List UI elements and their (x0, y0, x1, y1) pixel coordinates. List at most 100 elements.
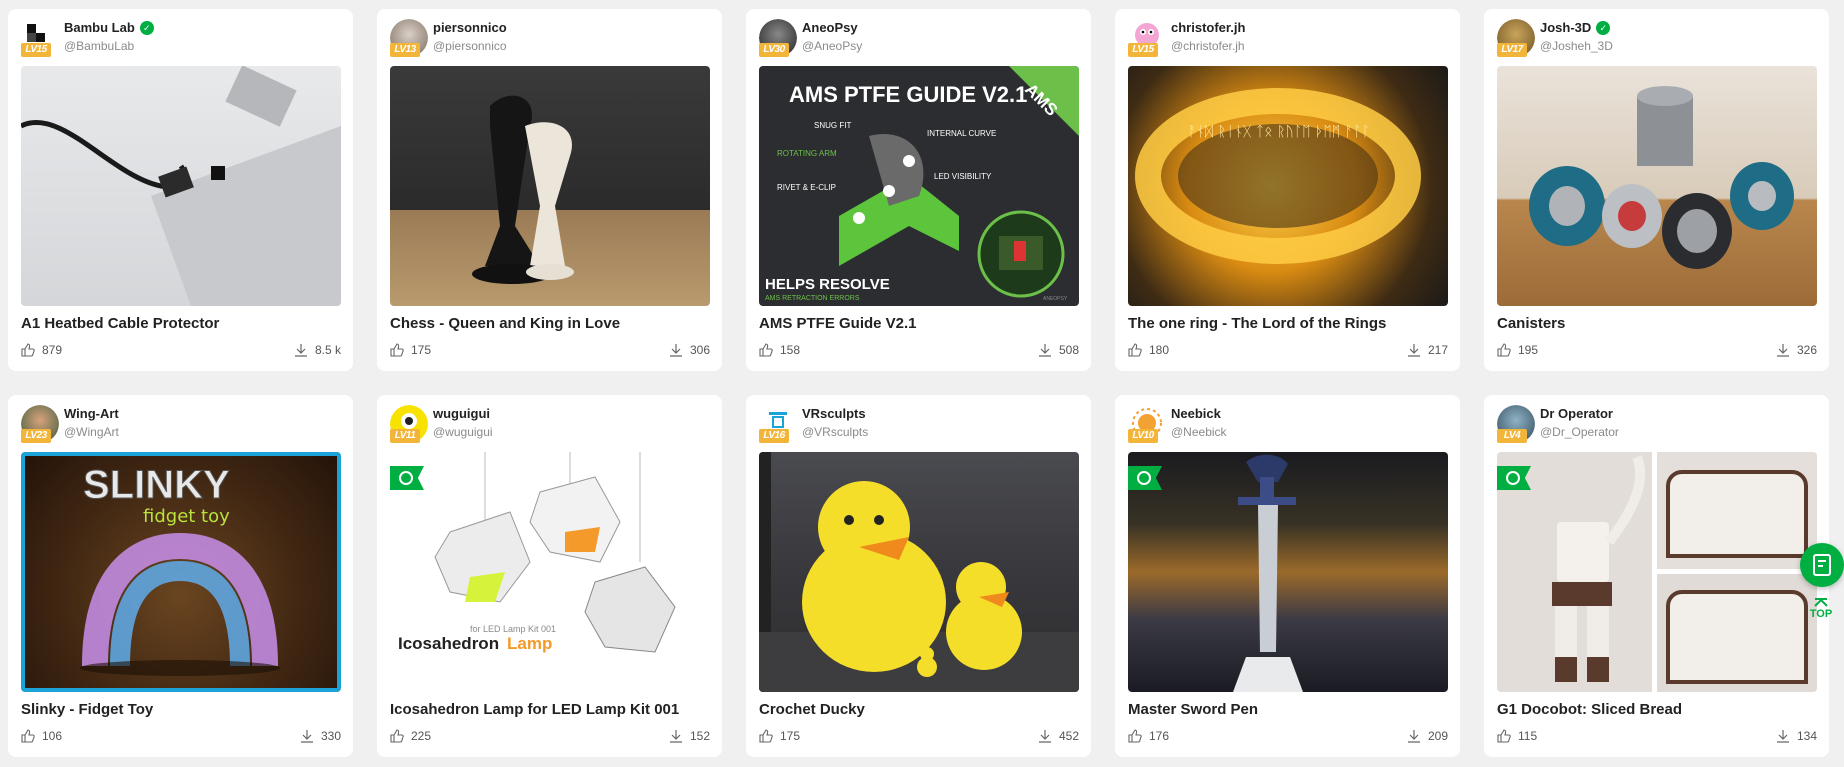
model-title[interactable]: G1 Docobot: Sliced Bread (1497, 701, 1682, 718)
model-thumbnail[interactable]: ᚨᚾᛞ ᚱᛁᚾᚷ ᛏᛟ ᚱᚢᛚᛖ ᚦᛖᛗ ᚨᛚᛚ (1128, 66, 1448, 306)
author-handle: @piersonnico (433, 39, 507, 53)
model-title[interactable]: Canisters (1497, 315, 1565, 332)
ams-label-1: SNUG FIT (814, 121, 851, 130)
card-author[interactable]: LV4 Dr Operator @Dr_Operator (1497, 404, 1817, 448)
download-count: 8.5 k (314, 343, 341, 357)
card-author[interactable]: LV13 piersonnico @piersonnico (390, 18, 710, 62)
thumbs-up-icon (21, 343, 35, 357)
like-button[interactable]: 106 (21, 729, 62, 743)
card-author[interactable]: LV16 VRsculpts @VRsculpts (759, 404, 1079, 448)
author-handle: @VRsculpts (802, 425, 869, 439)
lamp-caption-b: Lamp (507, 634, 552, 653)
model-thumbnail[interactable]: for LED Lamp Kit 001 Icosahedron Lamp (390, 452, 710, 692)
model-thumbnail[interactable] (759, 452, 1079, 692)
download-stat: 326 (1776, 343, 1817, 357)
model-card[interactable]: LV13 piersonnico @piersonnico Chess - Qu… (377, 9, 722, 371)
download-count: 209 (1427, 729, 1448, 743)
author-handle: @AneoPsy (802, 39, 863, 53)
like-button[interactable]: 115 (1497, 729, 1537, 743)
download-icon (1776, 730, 1789, 743)
model-title[interactable]: Master Sword Pen (1128, 701, 1258, 718)
verified-icon: ✓ (139, 20, 154, 35)
author-name[interactable]: Neebick (1171, 406, 1221, 421)
model-card[interactable]: LV17 Josh-3D ✓ @Josheh_3D Canisters 195 3… (1484, 9, 1829, 371)
model-thumbnail[interactable] (1128, 452, 1448, 692)
download-icon (300, 730, 313, 743)
model-card[interactable]: LV4 Dr Operator @Dr_Operator G1 Docobot:… (1484, 395, 1829, 757)
model-thumbnail[interactable]: AMS AMS PTFE GUIDE V2.1 SNUG FIT INTERNA… (759, 66, 1079, 306)
like-count: 176 (1149, 729, 1170, 743)
ring-inscription: ᚨᚾᛞ ᚱᛁᚾᚷ ᛏᛟ ᚱᚢᛚᛖ ᚦᛖᛗ ᚨᛚᛚ (1188, 124, 1370, 140)
model-thumbnail[interactable] (21, 66, 341, 306)
author-handle: @Neebick (1171, 425, 1227, 439)
download-stat: 152 (669, 729, 710, 743)
model-thumbnail[interactable] (1497, 66, 1817, 306)
author-handle: @BambuLab (64, 39, 135, 53)
thumbs-up-icon (21, 729, 35, 743)
model-title[interactable]: AMS PTFE Guide V2.1 (759, 315, 917, 332)
level-badge: LV30 (759, 43, 789, 57)
model-title[interactable]: Crochet Ducky (759, 701, 865, 718)
author-handle: @Dr_Operator (1540, 425, 1619, 439)
like-button[interactable]: 195 (1497, 343, 1538, 357)
model-card[interactable]: LV10 Neebick @Neebick Master Sword Pen 1… (1115, 395, 1460, 757)
model-title[interactable]: Icosahedron Lamp for LED Lamp Kit 001 (390, 701, 679, 718)
like-button[interactable]: 225 (390, 729, 431, 743)
card-author[interactable]: LV17 Josh-3D ✓ @Josheh_3D (1497, 18, 1817, 62)
model-title[interactable]: Chess - Queen and King in Love (390, 315, 620, 332)
author-name[interactable]: VRsculpts (802, 406, 866, 421)
ams-label-4: LED VISIBILITY (934, 172, 992, 181)
download-count: 330 (320, 729, 341, 743)
thumbs-up-icon (1128, 729, 1142, 743)
author-name[interactable]: Dr Operator (1540, 406, 1613, 421)
card-author[interactable]: LV23 Wing-Art @WingArt (21, 404, 341, 448)
level-badge: LV11 (390, 429, 420, 443)
author-name[interactable]: piersonnico (433, 20, 507, 35)
card-author[interactable]: LV11 wuguigui @wuguigui (390, 404, 710, 448)
card-author[interactable]: LV10 Neebick @Neebick (1128, 404, 1448, 448)
like-button[interactable]: 175 (390, 343, 431, 357)
card-author[interactable]: LV15 Bambu Lab ✓ @BambuLab (21, 18, 341, 62)
model-title[interactable]: A1 Heatbed Cable Protector (21, 315, 219, 332)
verified-icon: ✓ (1596, 20, 1611, 35)
model-card[interactable]: LV15 christofer.jh @christofer.jh ᚨᚾᛞ ᚱᛁ… (1115, 9, 1460, 371)
download-icon (669, 730, 682, 743)
like-button[interactable]: 158 (759, 343, 800, 357)
author-name[interactable]: wuguigui (433, 406, 490, 421)
thumbs-up-icon (390, 729, 404, 743)
back-to-top-button[interactable]: TOP (1799, 596, 1843, 636)
model-title[interactable]: Slinky - Fidget Toy (21, 701, 153, 718)
feedback-button[interactable] (1800, 543, 1844, 587)
model-card[interactable]: LV30 AneoPsy @AneoPsy AMS AMS PTFE GUIDE… (746, 9, 1091, 371)
author-name[interactable]: Bambu Lab (64, 20, 135, 35)
model-card[interactable]: LV23 Wing-Art @WingArt SLINKY fidget toy… (8, 395, 353, 757)
like-button[interactable]: 175 (759, 729, 800, 743)
like-button[interactable]: 180 (1128, 343, 1169, 357)
thumbs-up-icon (1128, 343, 1142, 357)
download-count: 326 (1796, 343, 1817, 357)
model-grid: LV15 Bambu Lab ✓ @BambuLab A1 Heatbed Cab… (8, 9, 1829, 757)
ams-label-5: RIVET & E-CLIP (777, 183, 836, 192)
author-name[interactable]: Josh-3D (1540, 20, 1591, 35)
ams-footer-sub: AMS RETRACTION ERRORS (765, 295, 860, 302)
model-card[interactable]: LV16 VRsculpts @VRsculpts Crochet Ducky (746, 395, 1091, 757)
model-thumbnail[interactable]: SLINKY fidget toy (21, 452, 341, 692)
model-card[interactable]: LV11 wuguigui @wuguigui for LED Lamp Kit… (377, 395, 722, 757)
model-thumbnail[interactable] (1497, 452, 1817, 692)
author-name[interactable]: christofer.jh (1171, 20, 1245, 35)
card-author[interactable]: LV15 christofer.jh @christofer.jh (1128, 18, 1448, 62)
model-title[interactable]: The one ring - The Lord of the Rings (1128, 315, 1386, 332)
author-name[interactable]: Wing-Art (64, 406, 119, 421)
card-author[interactable]: LV30 AneoPsy @AneoPsy (759, 18, 1079, 62)
like-count: 175 (780, 729, 801, 743)
like-button[interactable]: 879 (21, 343, 62, 357)
top-label: TOP (1809, 608, 1833, 620)
like-button[interactable]: 176 (1128, 729, 1169, 743)
author-handle: @wuguigui (433, 425, 493, 439)
download-stat: 452 (1038, 729, 1079, 743)
ams-credit: ANEOPSY (1043, 296, 1068, 302)
level-badge: LV10 (1128, 429, 1158, 443)
model-thumbnail[interactable] (390, 66, 710, 306)
author-name[interactable]: AneoPsy (802, 20, 858, 35)
model-card[interactable]: LV15 Bambu Lab ✓ @BambuLab A1 Heatbed Cab… (8, 9, 353, 371)
